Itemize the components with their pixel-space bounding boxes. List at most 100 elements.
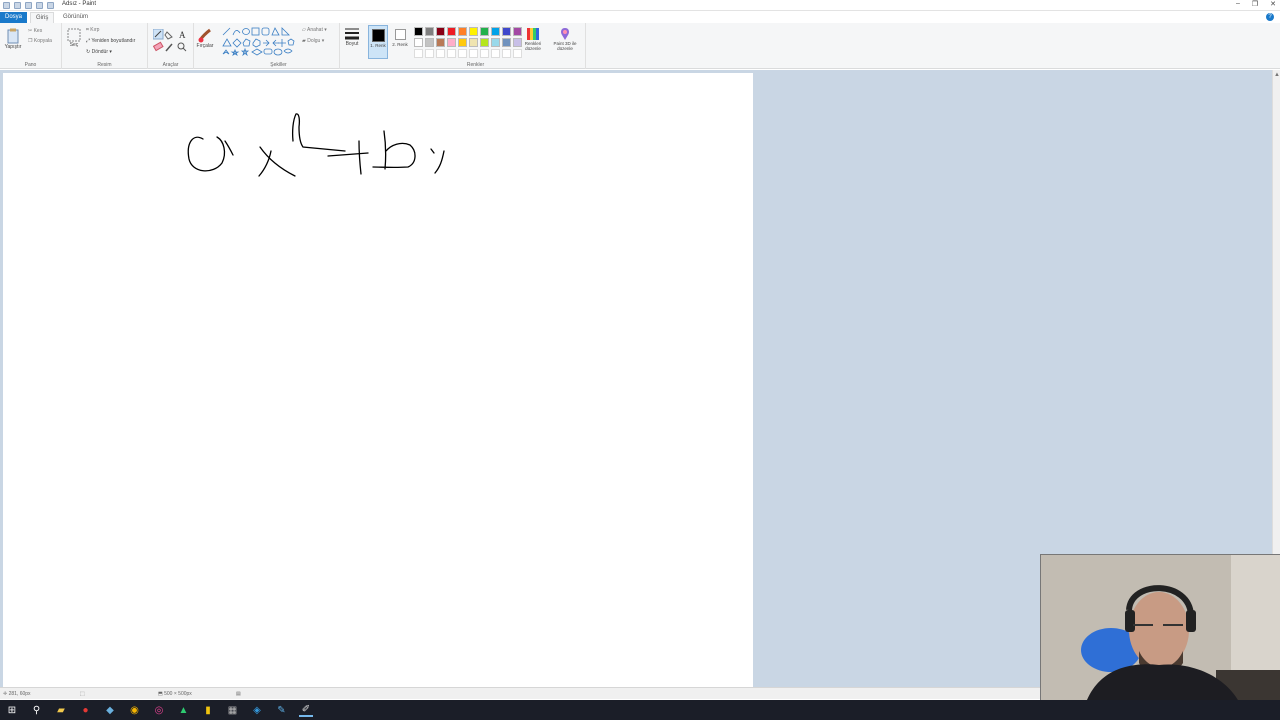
palette-swatch[interactable] [414,27,423,36]
color-wheel-icon [527,28,539,40]
cut-label: Kes [33,28,43,34]
color2-button[interactable]: 2. Renk [390,25,410,59]
rotate-button[interactable]: ↻ Döndür ▾ [86,49,112,55]
size-button[interactable]: Boyut [342,27,362,47]
minimize-button[interactable]: – [1236,0,1240,8]
paint-icon[interactable]: ✎ [275,703,289,717]
custom-color-slot[interactable] [491,49,500,58]
canvas-size-value: 500 × 500px [164,691,192,697]
palette-swatch[interactable] [425,27,434,36]
custom-color-slot[interactable] [480,49,489,58]
palette-swatch[interactable] [502,38,511,47]
custom-color-slot[interactable] [414,49,423,58]
select-button[interactable]: Seç [65,28,83,48]
palette-swatch[interactable] [502,27,511,36]
explorer-icon[interactable]: ▰ [54,703,68,717]
save-icon[interactable] [14,2,21,9]
help-icon[interactable]: ? [1266,13,1274,21]
pencil-icon[interactable] [153,29,164,40]
custom-color-slot[interactable] [425,49,434,58]
app-blue-icon[interactable]: ◈ [250,703,264,717]
image-group: Seç ⌗ Kırp ⤢ Yeniden boyutlandır ↻ Döndü… [62,23,148,69]
app-green-icon[interactable]: ▲ [177,703,191,717]
palette-swatch[interactable] [447,38,456,47]
cut-button[interactable]: ✂ Kes [28,28,42,34]
fill-dropdown[interactable]: ▰ Dolgu ▾ [302,38,324,44]
palette-swatch[interactable] [469,27,478,36]
brushes-button[interactable]: Fırçalar [194,27,216,49]
palette-swatch[interactable] [491,27,500,36]
custom-color-slot[interactable] [447,49,456,58]
palette-swatch[interactable] [491,38,500,47]
text-icon[interactable]: A [179,30,186,40]
handwritten-a [187,136,234,172]
scissors-icon: ✂ [28,28,33,34]
palette-swatch[interactable] [447,27,456,36]
customize-qa-icon[interactable] [47,2,54,9]
paint-active-icon[interactable]: ✐ [299,703,313,717]
palette-swatch[interactable] [469,38,478,47]
clipboard-group-label: Pano [24,62,37,68]
fill-bucket-icon[interactable] [164,31,173,40]
resize-button[interactable]: ⤢ Yeniden boyutlandır [86,38,135,44]
quick-access-toolbar [3,2,54,9]
start-icon[interactable]: ⊞ [5,703,19,717]
outline-dropdown[interactable]: ▱ Anahat ▾ [302,27,327,33]
custom-color-slot[interactable] [469,49,478,58]
magnifier-icon[interactable] [177,42,187,52]
crop-icon: ⌗ [86,27,89,33]
palette-swatch[interactable] [480,38,489,47]
paint-app-icon[interactable] [3,2,10,9]
palette-swatch[interactable] [480,27,489,36]
app-red-icon[interactable]: ● [79,703,93,717]
color1-button[interactable]: 1. Renk [368,25,388,59]
size-label: Boyut [345,41,359,47]
paint3d-button[interactable]: Paint 3D ile düzenle [548,27,582,51]
custom-color-slot[interactable] [458,49,467,58]
canvas-size: ⬒ 500 × 500px [158,691,192,697]
eraser-icon[interactable] [153,41,164,52]
color2-label: 2. Renk [392,42,408,47]
selection-size-icon: ⬚ [80,691,85,697]
paste-button[interactable]: Yapıştır [3,28,23,50]
ribbon: Yapıştır ✂ Kes ❐ Kopyala Pano Seç ⌗ Kırp… [0,23,1280,69]
tab-view[interactable]: Görünüm [58,12,93,23]
copy-button[interactable]: ❐ Kopyala [28,38,52,44]
maximize-button[interactable]: ❐ [1252,0,1258,8]
crop-label: Kırp [90,27,100,33]
redo-icon[interactable] [36,2,43,9]
palette-swatch[interactable] [436,27,445,36]
app-film-icon[interactable]: ▦ [226,703,240,717]
edit-colors-button[interactable]: Renkleri düzenle [518,27,548,51]
custom-color-slot[interactable] [436,49,445,58]
paste-label: Yapıştır [4,44,22,50]
ribbon-tabs: Dosya Giriş Görünüm ? [0,11,1280,23]
canvas-drawing [187,113,445,177]
palette-swatch[interactable] [458,27,467,36]
custom-color-slot[interactable] [502,49,511,58]
clipboard-group: Yapıştır ✂ Kes ❐ Kopyala Pano [0,23,62,69]
palette-swatch[interactable] [436,38,445,47]
palette-swatch[interactable] [458,38,467,47]
palette-swatch[interactable] [414,38,423,47]
rotate-label: Döndür [91,49,108,55]
close-button[interactable]: ✕ [1270,0,1276,8]
undo-icon[interactable] [25,2,32,9]
crop-button[interactable]: ⌗ Kırp [86,27,99,33]
palette-swatch[interactable] [425,38,434,47]
copy-icon: ❐ [28,38,33,44]
app-icon[interactable]: ◎ [152,703,166,717]
paint3d-label: Paint 3D ile düzenle [553,41,577,51]
drawing-canvas[interactable] [3,73,753,687]
shapes-group-label: Şekiller [270,62,287,68]
tab-home[interactable]: Giriş [30,12,55,23]
shapes-gallery[interactable] [222,27,298,57]
scroll-up-icon[interactable]: ▲ [1274,72,1280,78]
tab-file[interactable]: Dosya [0,12,27,23]
paste-icon [7,28,19,44]
search-icon[interactable]: ⚲ [30,703,44,717]
chrome-icon[interactable]: ◉ [128,703,142,717]
color-picker-icon[interactable] [165,43,173,52]
app-yellow-icon[interactable]: ▮ [201,703,215,717]
steam-icon[interactable]: ◆ [103,703,117,717]
